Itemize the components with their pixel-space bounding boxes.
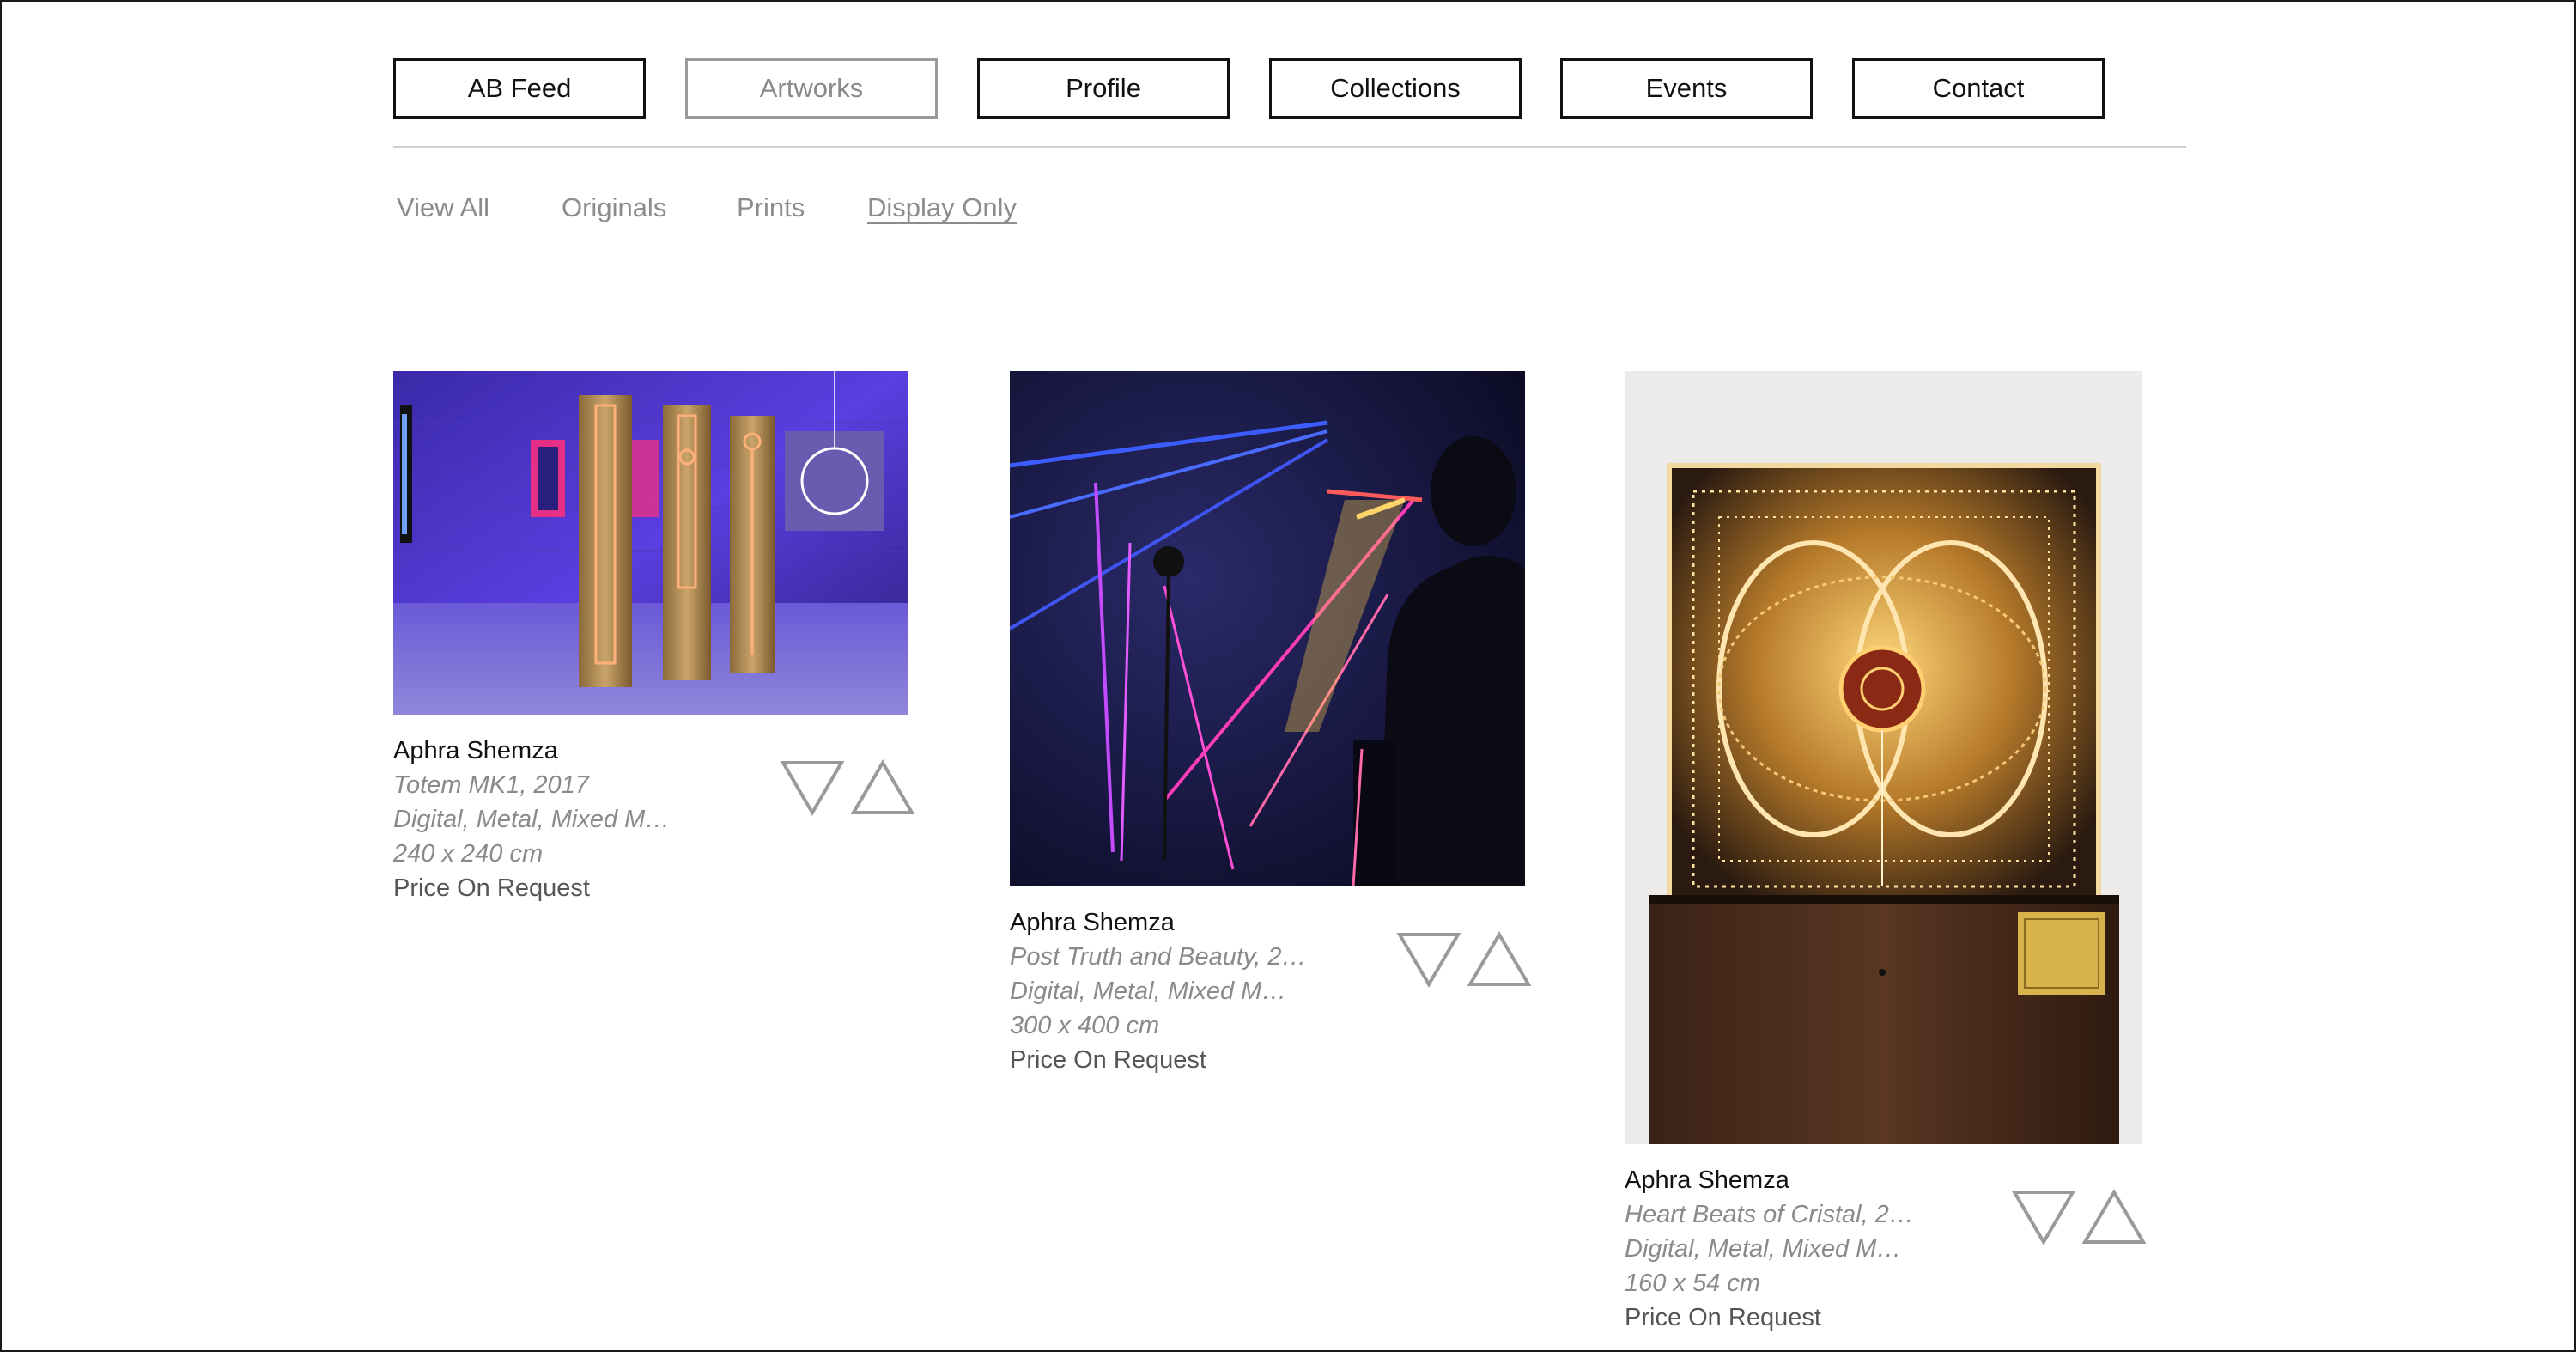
vote-controls: [2011, 1189, 2147, 1245]
artwork-info-heart-beats: Aphra Shemza Heart Beats of Cristal, 2… …: [1625, 1163, 2020, 1335]
artist-name[interactable]: Aphra Shemza: [1010, 905, 1405, 940]
artwork-size: 240 x 240 cm: [393, 840, 544, 868]
artwork-title[interactable]: Heart Beats of Cristal, 2…: [1625, 1197, 1934, 1232]
artwork-image-heart-beats[interactable]: [1625, 371, 2142, 1144]
artwork-image-post-truth[interactable]: [1010, 371, 1525, 886]
triangle-up-icon[interactable]: [2081, 1189, 2147, 1245]
nav-ab-feed-button[interactable]: AB Feed: [393, 58, 646, 119]
artwork-price: Price On Request: [1625, 1304, 1821, 1331]
filter-originals[interactable]: Originals: [562, 192, 666, 223]
nav-contact-button[interactable]: Contact: [1852, 58, 2105, 119]
nav-artworks-button[interactable]: Artworks: [685, 58, 938, 119]
artwork-title[interactable]: Totem MK1, 2017: [393, 768, 702, 802]
artwork-medium: Digital, Metal, Mixed M…: [393, 806, 671, 833]
filter-display-only[interactable]: Display Only: [867, 192, 1017, 223]
artist-name[interactable]: Aphra Shemza: [393, 734, 788, 768]
artwork-price: Price On Request: [1010, 1046, 1206, 1074]
nav-divider: [393, 146, 2186, 148]
vote-controls: [1396, 931, 1532, 988]
artwork-title[interactable]: Post Truth and Beauty, 2…: [1010, 940, 1319, 974]
nav-collections-button[interactable]: Collections: [1269, 58, 1522, 119]
nav-events-button[interactable]: Events: [1560, 58, 1813, 119]
nav-profile-button[interactable]: Profile: [977, 58, 1230, 119]
page: AB Feed Artworks Profile Collections Eve…: [0, 0, 2576, 1352]
artwork-price: Price On Request: [393, 874, 590, 902]
artwork-info-post-truth: Aphra Shemza Post Truth and Beauty, 2… D…: [1010, 905, 1405, 1077]
triangle-up-icon[interactable]: [1467, 931, 1532, 988]
artwork-size: 300 x 400 cm: [1010, 1012, 1160, 1039]
artwork-size: 160 x 54 cm: [1625, 1270, 1760, 1297]
artwork-medium: Digital, Metal, Mixed M…: [1010, 977, 1287, 1005]
filter-view-all[interactable]: View All: [397, 192, 489, 223]
triangle-up-icon[interactable]: [850, 759, 915, 816]
artwork-info-totem: Aphra Shemza Totem MK1, 2017 Digital, Me…: [393, 734, 788, 905]
triangle-down-icon[interactable]: [1396, 931, 1461, 988]
filter-prints[interactable]: Prints: [737, 192, 805, 223]
artist-name[interactable]: Aphra Shemza: [1625, 1163, 2020, 1197]
triangle-down-icon[interactable]: [2011, 1189, 2076, 1245]
triangle-down-icon[interactable]: [780, 759, 845, 816]
artwork-image-totem[interactable]: [393, 371, 908, 715]
artwork-medium: Digital, Metal, Mixed M…: [1625, 1235, 1902, 1263]
vote-controls: [780, 759, 915, 816]
